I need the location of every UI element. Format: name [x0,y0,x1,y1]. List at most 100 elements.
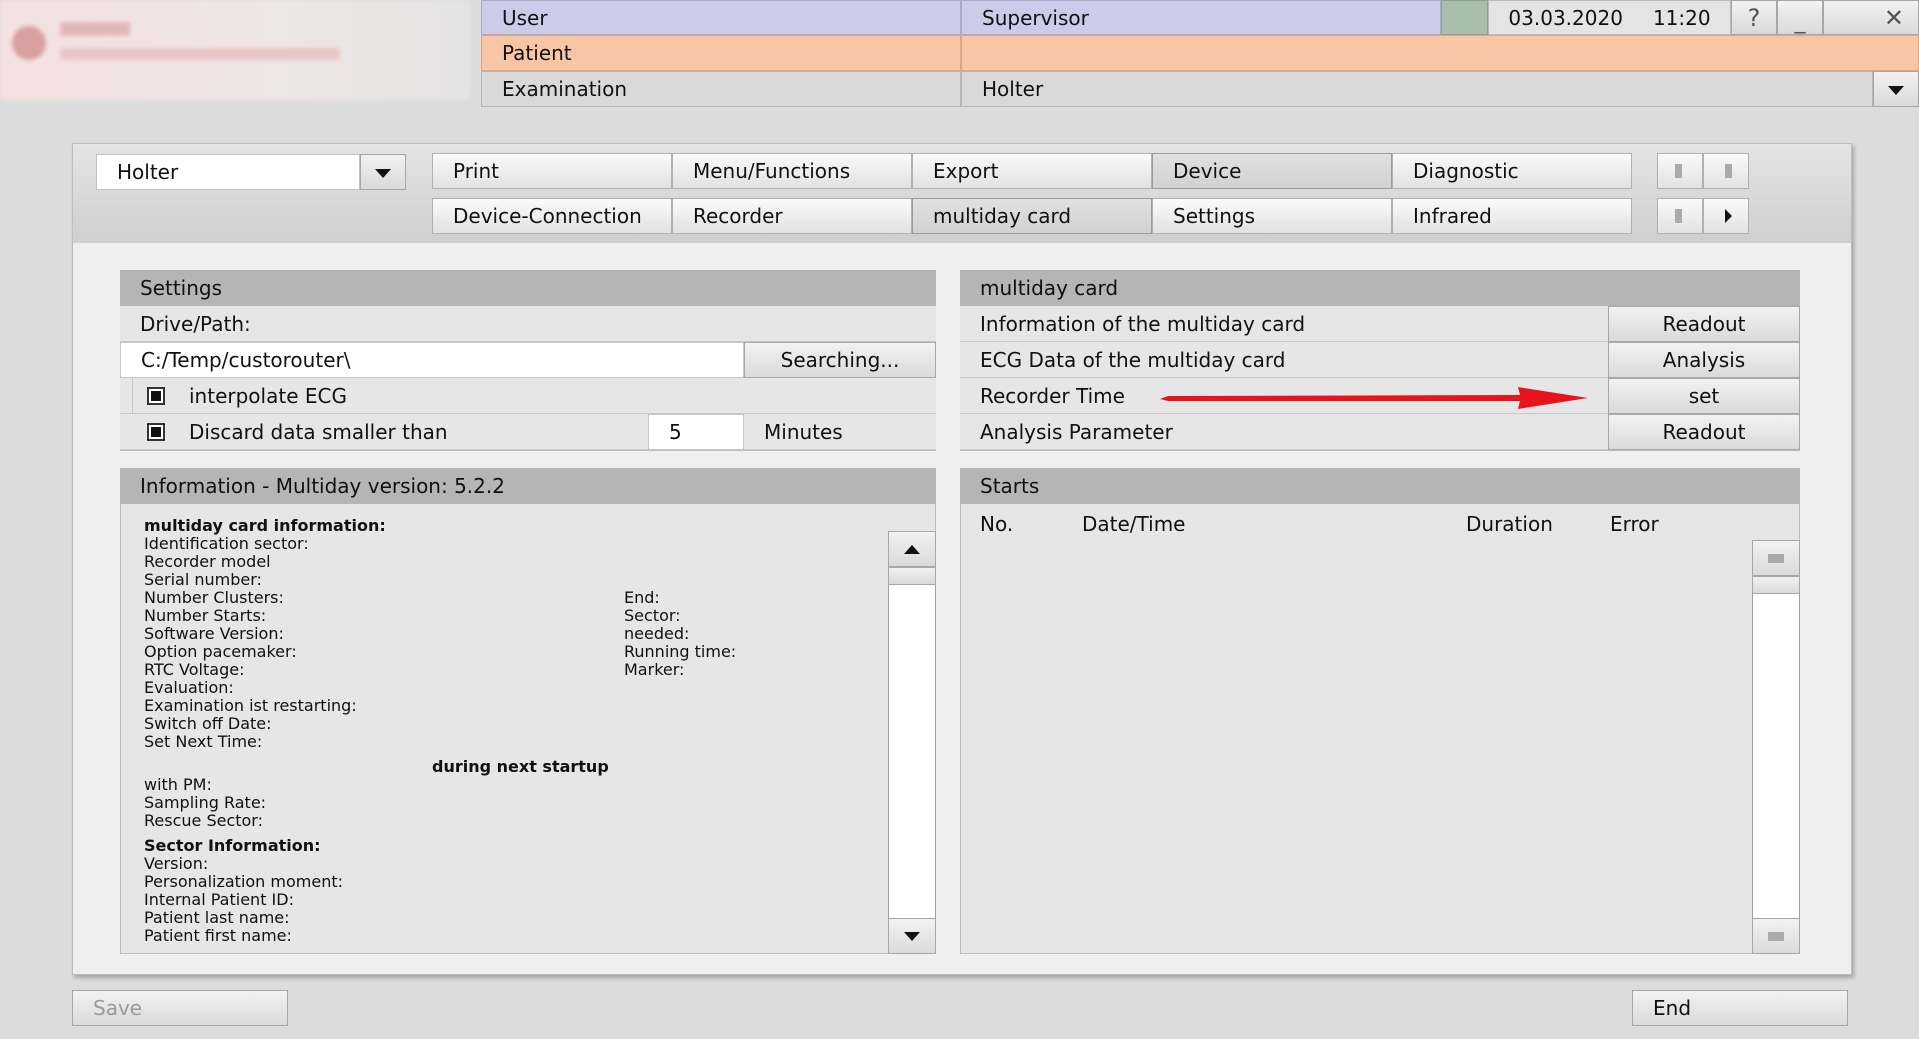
tab-recorder[interactable]: Recorder [672,198,912,234]
datetime-display: 03.03.2020 11:20 [1488,0,1731,35]
patient-label: Patient [481,35,961,71]
starts-title: Starts [960,468,1800,504]
info-line: Personalization moment: [144,872,344,891]
close-icon[interactable]: ✕ [1823,0,1919,35]
tab-device[interactable]: Device [1152,153,1392,189]
info-line: Patient first name: [144,926,292,945]
user-value: Supervisor [961,0,1441,35]
examination-value[interactable]: Holter [961,71,1873,107]
discard-unit-label: Minutes [764,420,843,444]
info-line: Software Version: [144,624,284,643]
recorder-time-set-button[interactable]: set [1608,378,1800,414]
examination-label: Examination [481,71,961,107]
starts-scroll-up-button[interactable] [1752,540,1800,576]
status-indicator [1441,0,1488,35]
info-line: Evaluation: [144,678,234,697]
info-line: with PM: [144,775,212,794]
discard-checkbox[interactable] [147,423,165,441]
chevron-down-icon [375,169,391,178]
info-line: Examination ist restarting: [144,696,357,715]
ecg-analysis-button[interactable]: Analysis [1608,342,1800,378]
tabs-row2-prev-button[interactable] [1657,198,1703,234]
info-readout-button[interactable]: Readout [1608,306,1800,342]
starts-scrollbar[interactable] [1752,540,1800,954]
drive-path-label: Drive/Path: [120,306,936,342]
information-scrollbar[interactable] [888,531,936,954]
info-scroll-up-button[interactable] [888,531,936,567]
info-line: Sampling Rate: [144,793,267,812]
info-line: Rescue Sector: [144,811,263,830]
module-select-dropdown[interactable] [360,154,406,190]
multiday-title: multiday card [960,270,1800,306]
path-input[interactable]: C:/Temp/custorouter\ [120,342,744,378]
starts-scroll-thumb[interactable] [1752,576,1800,594]
tabs-row2-next-button[interactable] [1703,198,1749,234]
chevron-down-icon [1888,86,1904,95]
annotation-arrow [1160,387,1588,409]
starts-column-no: No. [980,512,1014,536]
patient-value [961,35,1919,71]
information-title: Information - Multiday version: 5.2.2 [120,468,936,504]
starts-column-duration: Duration [1466,512,1553,536]
time-text: 11:20 [1652,5,1711,30]
tab-diagnostic[interactable]: Diagnostic [1392,153,1632,189]
info-line: Recorder model [144,552,271,571]
tabs-row1-next-button[interactable] [1703,153,1749,189]
discard-minutes-input[interactable]: 5 [648,414,744,450]
next-startup-heading: during next startup [432,757,609,776]
info-line-right: Running time: [624,642,737,661]
starts-column-datetime: Date/Time [1082,512,1186,536]
arrow-up-icon [904,545,920,554]
minimize-icon[interactable]: _ [1777,0,1823,35]
multiday-info-label: Information of the multiday card [960,306,1608,342]
arrow-down-icon [1768,932,1784,941]
examination-dropdown-button[interactable] [1873,71,1919,107]
searching-button[interactable]: Searching... [744,342,936,378]
tab-device-connection[interactable]: Device-Connection [432,198,672,234]
settings-title: Settings [120,270,936,306]
starts-column-error: Error [1610,512,1659,536]
info-line: Switch off Date: [144,714,272,733]
module-select[interactable]: Holter [96,154,360,190]
analysis-parameter-readout-button[interactable]: Readout [1608,414,1800,450]
starts-list[interactable] [960,542,1752,954]
info-scroll-down-button[interactable] [888,918,936,954]
tab-print[interactable]: Print [432,153,672,189]
info-line: Internal Patient ID: [144,890,294,909]
card-info-heading: multiday card information: [144,516,386,535]
end-button[interactable]: End [1632,990,1848,1026]
info-line: Number Clusters: [144,588,284,607]
tab-export[interactable]: Export [912,153,1152,189]
save-button[interactable]: Save [72,990,288,1026]
app-logo [0,0,470,100]
discard-label: Discard data smaller than [189,420,448,444]
starts-scroll-down-button[interactable] [1752,918,1800,954]
chevron-left-icon [1675,209,1682,223]
interpolate-label: interpolate ECG [189,384,347,408]
user-label: User [481,0,961,35]
info-scroll-thumb[interactable] [888,567,936,585]
arrow-up-icon [1768,554,1784,563]
info-line-right: End: [624,588,660,607]
info-line: Serial number: [144,570,262,589]
help-icon[interactable]: ? [1731,0,1777,35]
interpolate-checkbox[interactable] [147,387,165,405]
tabs-row1-prev-button[interactable] [1657,153,1703,189]
info-line: Patient last name: [144,908,290,927]
info-line: Version: [144,854,209,873]
info-line-right: needed: [624,624,690,643]
arrow-down-icon [904,932,920,941]
tab-infrared[interactable]: Infrared [1392,198,1632,234]
info-line: Set Next Time: [144,732,263,751]
tab-settings[interactable]: Settings [1152,198,1392,234]
date-text: 03.03.2020 [1508,5,1623,30]
info-line: Number Starts: [144,606,267,625]
tab-menu-functions[interactable]: Menu/Functions [672,153,912,189]
info-line: Option pacemaker: [144,642,297,661]
chevron-left-icon [1675,164,1682,178]
tab-multiday-card[interactable]: multiday card [912,198,1152,234]
info-line: Identification sector: [144,534,309,553]
info-line: RTC Voltage: [144,660,245,679]
info-line-right: Sector: [624,606,681,625]
info-line-right: Marker: [624,660,685,679]
